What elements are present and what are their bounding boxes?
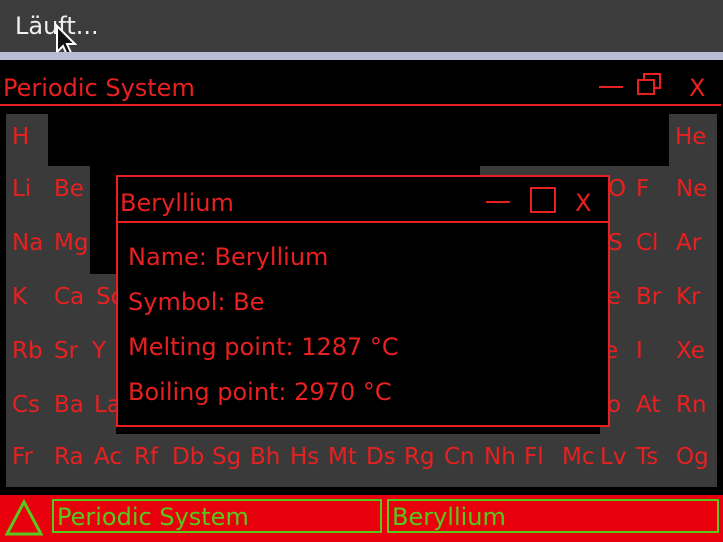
element-cell-Ba[interactable]: Ba	[48, 382, 88, 434]
element-cell-Rg[interactable]: Rg	[398, 434, 438, 487]
element-cell-Be[interactable]: Be	[48, 166, 90, 220]
dialog-maximize-button[interactable]	[530, 187, 556, 213]
element-cell-Cn[interactable]: Cn	[438, 434, 478, 487]
start-triangle-icon[interactable]	[4, 499, 44, 537]
element-cell-La[interactable]: La	[88, 382, 121, 434]
top-separator	[0, 52, 723, 60]
taskbar-item-periodic-system[interactable]: Periodic System	[52, 499, 382, 533]
element-cell-Bh[interactable]: Bh	[244, 434, 284, 487]
boiling-point-label: Boiling point: 2970 °C	[128, 378, 392, 406]
element-cell-I[interactable]: I	[630, 328, 670, 382]
element-cell-Ra[interactable]: Ra	[48, 434, 88, 487]
element-cell-Sg[interactable]: Sg	[206, 434, 244, 487]
element-cell-Rf[interactable]: Rf	[128, 434, 166, 487]
element-cell-Ds[interactable]: Ds	[360, 434, 398, 487]
element-cell-Ne[interactable]: Ne	[670, 166, 717, 220]
element-cell-Fl[interactable]: Fl	[518, 434, 556, 487]
element-cell-Ac[interactable]: Ac	[88, 434, 128, 487]
element-cell-Ts[interactable]: Ts	[630, 434, 670, 487]
element-cell-Lv[interactable]: Lv	[594, 434, 630, 487]
window-close-button[interactable]: X	[689, 74, 705, 102]
element-cell-Cs[interactable]: Cs	[6, 382, 48, 434]
element-cell-Rn[interactable]: Rn	[670, 382, 717, 434]
element-cell-Na[interactable]: Na	[6, 220, 48, 274]
top-bar: Läuft...	[0, 0, 723, 59]
dialog-minimize-button[interactable]	[486, 201, 510, 203]
element-cell-F[interactable]: F	[630, 166, 670, 220]
window-minimize-button[interactable]	[599, 86, 623, 88]
element-cell-He[interactable]: He	[669, 114, 717, 166]
element-cell-Hs[interactable]: Hs	[284, 434, 322, 487]
taskbar: Periodic System Beryllium	[0, 495, 723, 542]
element-cell-Sc[interactable]: Sc	[90, 274, 123, 328]
element-cell-Fr[interactable]: Fr	[6, 434, 48, 487]
element-cell-Mt[interactable]: Mt	[322, 434, 360, 487]
element-cell-Og[interactable]: Og	[670, 434, 717, 487]
element-cell-Db[interactable]: Db	[166, 434, 206, 487]
element-cell-Nh[interactable]: Nh	[478, 434, 518, 487]
element-cell-Y[interactable]: Y	[86, 328, 116, 382]
element-cell-Mg[interactable]: Mg	[48, 220, 90, 274]
element-cell-At[interactable]: At	[630, 382, 670, 434]
element-symbol-label: Symbol: Be	[128, 288, 265, 316]
window-title-divider	[0, 104, 721, 106]
window-title: Periodic System	[3, 74, 195, 102]
element-cell-H[interactable]: H	[6, 114, 48, 166]
element-cell-Mc[interactable]: Mc	[556, 434, 595, 487]
element-cell-Br[interactable]: Br	[630, 274, 670, 328]
element-cell-K[interactable]: K	[6, 274, 48, 328]
melting-point-label: Melting point: 1287 °C	[128, 333, 399, 361]
element-cell-Kr[interactable]: Kr	[670, 274, 717, 328]
element-cell-Rb[interactable]: Rb	[6, 328, 48, 382]
element-cell-Sr[interactable]: Sr	[48, 328, 86, 382]
element-name-label: Name: Beryllium	[128, 243, 329, 271]
element-cell-Li[interactable]: Li	[6, 166, 48, 220]
taskbar-item-beryllium[interactable]: Beryllium	[387, 499, 719, 533]
window-maximize-button[interactable]	[636, 72, 664, 98]
dialog-close-button[interactable]: X	[575, 189, 591, 217]
element-cell-Ca[interactable]: Ca	[48, 274, 90, 328]
dialog-title: Beryllium	[120, 189, 234, 217]
dialog-title-divider	[118, 221, 608, 223]
element-cell-Ar[interactable]: Ar	[670, 220, 717, 274]
element-cell-Cl[interactable]: Cl	[630, 220, 670, 274]
element-cell-Xe[interactable]: Xe	[670, 328, 717, 382]
element-info-dialog: Beryllium X Name: Beryllium Symbol: Be M…	[116, 175, 610, 427]
